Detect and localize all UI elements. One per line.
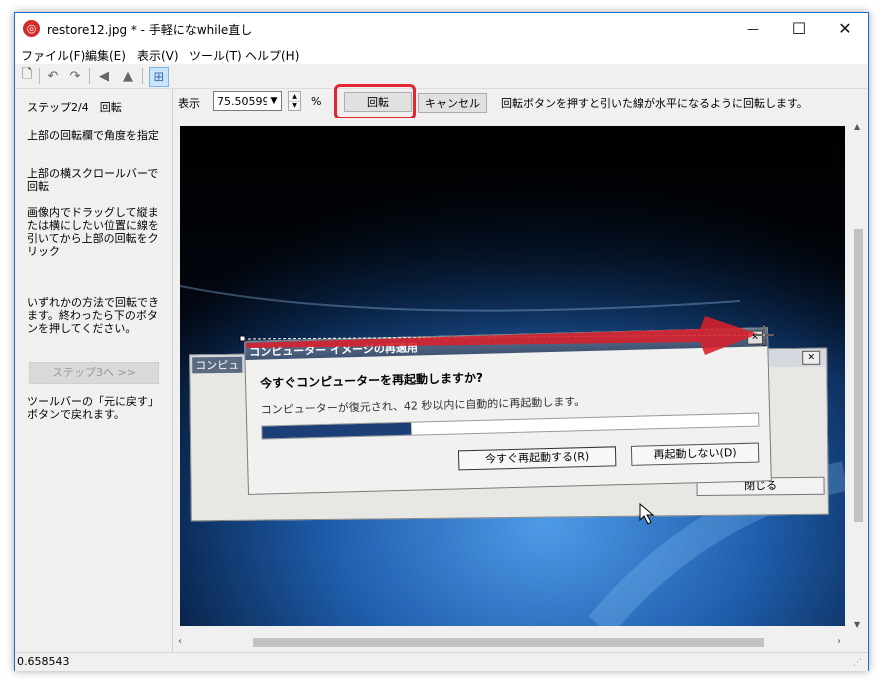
- chevron-down-icon: ▼: [270, 96, 278, 106]
- new-file-icon: 🗋: [21, 67, 33, 82]
- grid-icon: ⊞: [153, 69, 165, 85]
- rotate-hint: 回転ボタンを押すと引いた線が水平になるように回転します。: [501, 97, 808, 110]
- rotation-guide-overlay: [239, 316, 775, 525]
- guide-start-handle: [239, 335, 246, 342]
- undo-icon: ↶: [47, 68, 59, 84]
- spin-down-icon[interactable]: ▼: [289, 101, 300, 110]
- toolbar-separator: [89, 68, 90, 84]
- scroll-left-icon[interactable]: ‹: [178, 636, 182, 647]
- maximize-button[interactable]: ☐: [776, 13, 822, 44]
- toolbar-separator: [39, 68, 40, 84]
- menu-bar: ファイル(F) 編集(E) 表示(V) ツール(T) ヘルプ(H): [15, 44, 868, 65]
- instruction-finish: いずれかの方法で回転できます。終わったら下のボタンを押してください。: [27, 296, 159, 335]
- menu-view[interactable]: 表示(V): [137, 47, 179, 64]
- instruction-scrollbar: 上部の横スクロールバーで回転: [27, 167, 159, 193]
- menu-file[interactable]: ファイル(F): [21, 47, 85, 64]
- toolbar-separator: [142, 68, 143, 84]
- cancel-button[interactable]: キャンセル: [418, 93, 487, 113]
- instruction-angle: 上部の回転欄で角度を指定: [27, 129, 159, 142]
- app-window: ◎ restore12.jpg * - 手軽になwhile直し — ☐ ✕ ファ…: [14, 12, 869, 671]
- new-file-button[interactable]: 🗋: [18, 67, 36, 85]
- status-bar: 0.658543 ⋰: [15, 652, 868, 671]
- move-cursor-icon: [753, 324, 775, 346]
- maximize-icon: ☐: [791, 19, 807, 38]
- annotation-highlight-box: [334, 84, 416, 120]
- grid-toggle-button[interactable]: ⊞: [149, 67, 169, 87]
- toolbar: 🗋 ↶ ↷ ◀ ▲ ⊞: [15, 64, 868, 89]
- instruction-panel: ステップ2/4 回転 上部の回転欄で角度を指定 上部の横スクロールバーで回転 画…: [15, 89, 173, 652]
- redo-button[interactable]: ↷: [66, 67, 84, 85]
- flip-vertical-button[interactable]: ▲: [119, 67, 137, 85]
- app-icon: ◎: [23, 20, 40, 37]
- redo-icon: ↷: [69, 68, 81, 84]
- zoom-spinner[interactable]: ▲ ▼: [288, 91, 301, 111]
- close-button[interactable]: ✕: [822, 13, 868, 44]
- menu-edit[interactable]: 編集(E): [85, 47, 126, 64]
- title-bar: ◎ restore12.jpg * - 手軽になwhile直し — ☐ ✕: [15, 13, 868, 44]
- undo-note: ツールバーの「元に戻す」ボタンで戻れます。: [27, 395, 159, 421]
- percent-label: %: [311, 95, 322, 108]
- mouse-pointer-icon: [639, 502, 655, 525]
- photo-view[interactable]: コンピュ ✕ 閉じる コンピューター イメージの再適用 ✕ 今すぐコンピューター…: [180, 126, 845, 626]
- flip-horizontal-icon: ◀: [99, 68, 109, 84]
- resize-grip-icon[interactable]: ⋰: [853, 657, 865, 669]
- step-title: ステップ2/4 回転: [27, 101, 122, 114]
- minimize-button[interactable]: —: [730, 13, 776, 44]
- close-icon: ✕: [838, 19, 852, 38]
- flip-vertical-icon: ▲: [123, 68, 133, 84]
- scroll-up-icon[interactable]: ▲: [854, 122, 860, 131]
- horizontal-scroll-thumb[interactable]: [253, 638, 764, 647]
- instruction-drag: 画像内でドラッグして縦または横にしたい位置に線を引いてから上部の回転をクリック: [27, 206, 159, 258]
- zoom-label: 表示: [178, 97, 200, 110]
- horizontal-scrollbar[interactable]: ‹ ›: [173, 634, 850, 651]
- scroll-down-icon[interactable]: ▼: [854, 620, 860, 629]
- vertical-scrollbar[interactable]: ▲ ▼: [850, 118, 867, 634]
- scroll-right-icon[interactable]: ›: [837, 636, 841, 647]
- vertical-scroll-thumb[interactable]: [854, 229, 863, 522]
- window-title: restore12.jpg * - 手軽になwhile直し: [47, 23, 253, 37]
- next-step-button[interactable]: ステップ3へ >>: [29, 362, 159, 384]
- flip-horizontal-button[interactable]: ◀: [95, 67, 113, 85]
- undo-button[interactable]: ↶: [44, 67, 62, 85]
- annotation-arrow: [246, 316, 758, 355]
- menu-tools[interactable]: ツール(T): [189, 47, 242, 64]
- zoom-dropdown-button[interactable]: ▼: [267, 92, 281, 110]
- menu-help[interactable]: ヘルプ(H): [245, 47, 299, 64]
- image-canvas[interactable]: コンピュ ✕ 閉じる コンピューター イメージの再適用 ✕ 今すぐコンピューター…: [173, 118, 868, 652]
- status-value: 0.658543: [17, 655, 70, 668]
- minimize-icon: —: [747, 21, 759, 36]
